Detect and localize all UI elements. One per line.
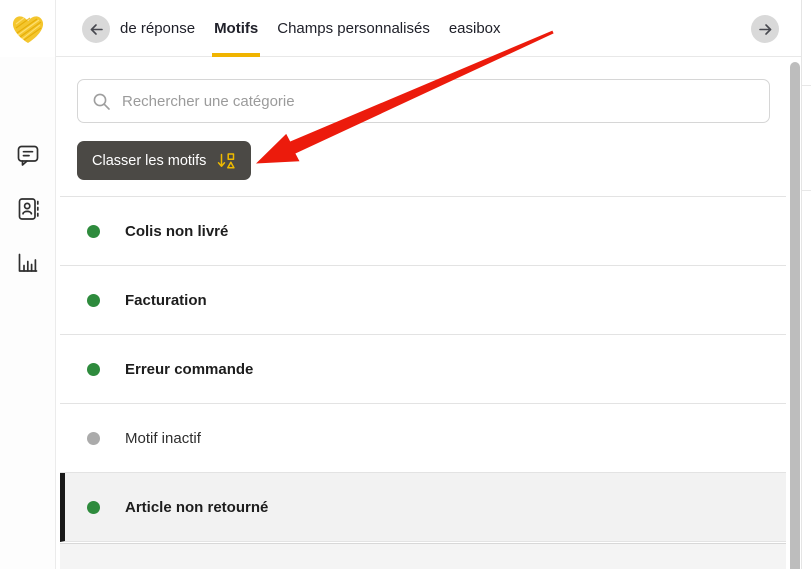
category-row-colis-non-livre[interactable]: Colis non livré bbox=[60, 197, 786, 266]
sidebar-item-statistics[interactable] bbox=[15, 250, 41, 276]
tab-label: easibox bbox=[448, 20, 501, 37]
category-label: Article non retourné bbox=[125, 498, 269, 516]
tab-de-reponse[interactable]: de réponse bbox=[120, 0, 195, 57]
tab-label: de réponse bbox=[120, 20, 196, 37]
arrow-right-icon bbox=[758, 23, 771, 35]
divider bbox=[802, 190, 811, 191]
divider bbox=[802, 85, 811, 86]
category-search bbox=[77, 79, 770, 123]
heart-logo-icon bbox=[12, 15, 43, 43]
status-dot bbox=[87, 224, 100, 238]
category-row-facturation[interactable]: Facturation bbox=[60, 266, 786, 335]
sort-shapes-icon bbox=[218, 152, 236, 169]
app-logo[interactable] bbox=[0, 0, 56, 57]
tab-label: Champs personnalisés bbox=[277, 20, 430, 37]
category-label: Facturation bbox=[125, 291, 207, 309]
category-row-erreur-commande[interactable]: Erreur commande bbox=[60, 335, 786, 404]
bar-chart-icon bbox=[18, 253, 38, 272]
search-input[interactable] bbox=[122, 92, 755, 110]
tabs-scroll-back-button[interactable] bbox=[82, 15, 110, 43]
sort-motifs-button[interactable]: Classer les motifs bbox=[77, 141, 252, 180]
status-dot bbox=[87, 431, 100, 445]
category-label: Motif inactif bbox=[125, 429, 201, 447]
top-bar: de réponse Motifs Champs personnalisés e… bbox=[0, 0, 801, 57]
category-label: Colis non livré bbox=[125, 222, 229, 240]
tab-easibox[interactable]: easibox bbox=[449, 0, 501, 57]
main-sidebar bbox=[0, 57, 56, 569]
tab-champs-personnalises[interactable]: Champs personnalisés bbox=[277, 0, 430, 57]
sidebar-item-contacts[interactable] bbox=[15, 196, 41, 222]
chat-bubble-icon bbox=[17, 145, 39, 166]
right-panel-edge bbox=[801, 0, 811, 569]
tab-label: Motifs bbox=[214, 20, 259, 37]
status-dot bbox=[87, 362, 100, 376]
category-label: Erreur commande bbox=[125, 360, 254, 378]
vertical-scrollbar[interactable] bbox=[790, 62, 800, 569]
status-dot bbox=[87, 293, 100, 307]
next-category-row-partial[interactable] bbox=[60, 543, 786, 569]
search-icon bbox=[93, 93, 110, 110]
sidebar-item-conversations[interactable] bbox=[15, 142, 41, 168]
tab-motifs[interactable]: Motifs bbox=[212, 0, 261, 57]
category-row-article-non-retourne[interactable]: Article non retourné bbox=[60, 473, 786, 542]
tabs-scroll-forward-button[interactable] bbox=[751, 15, 779, 43]
settings-tabs: de réponse Motifs Champs personnalisés e… bbox=[120, 0, 501, 57]
arrow-left-icon bbox=[90, 23, 103, 35]
sort-button-label: Classer les motifs bbox=[92, 152, 207, 169]
contact-book-icon bbox=[18, 198, 39, 220]
category-row-motif-inactif[interactable]: Motif inactif bbox=[60, 404, 786, 473]
status-dot bbox=[87, 500, 100, 514]
category-list: Colis non livré Facturation Erreur comma… bbox=[60, 196, 786, 542]
